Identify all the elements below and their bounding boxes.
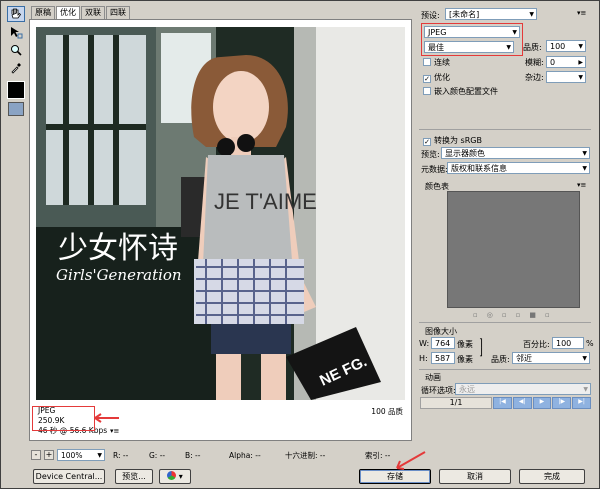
divider bbox=[419, 322, 591, 323]
preview-button[interactable]: 预览... bbox=[115, 469, 153, 484]
loop-select[interactable]: 永远 ▼ bbox=[455, 383, 591, 395]
progressive-checkbox[interactable]: 连续 bbox=[423, 57, 450, 68]
last-frame-icon[interactable]: ▶| bbox=[572, 397, 591, 409]
width-label: W: bbox=[419, 339, 430, 348]
height-label: H: bbox=[419, 354, 428, 363]
readout-g: G: -- bbox=[149, 450, 166, 460]
info-menu-icon[interactable]: ▾≡ bbox=[110, 426, 119, 436]
first-frame-icon[interactable]: |◀ bbox=[493, 397, 512, 409]
image-size-title: 图像大小 bbox=[425, 327, 457, 336]
browser-select-button[interactable]: ▾ bbox=[159, 469, 191, 484]
zoom-select[interactable]: 100% ▼ bbox=[57, 449, 105, 461]
preview-area: JE T'AIME NE FG. 少女怀诗 Girls'Generation J… bbox=[29, 19, 412, 441]
height-input[interactable]: 587 bbox=[431, 352, 455, 364]
height-unit: 像素 bbox=[457, 355, 473, 364]
width-input[interactable]: 764 bbox=[431, 337, 455, 349]
frame-counter: 1/1 bbox=[420, 397, 492, 409]
blur-input[interactable]: 0 ▶ bbox=[546, 56, 586, 68]
zoom-out-button[interactable]: - bbox=[31, 450, 41, 460]
settings-panel: 预设: [未命名] ▼ ▾≡ JPEG ▼ 最佳 ▼ 品质: 100 ▼ 连续 模糊: … bbox=[415, 5, 597, 445]
info-quality: 100 品质 bbox=[371, 407, 403, 416]
watermark-cn: 少女怀诗 bbox=[58, 231, 178, 266]
quality-input[interactable]: 100 ▼ bbox=[546, 40, 586, 52]
slice-select-icon[interactable] bbox=[7, 24, 25, 40]
convert-srgb-checkbox[interactable]: ✓ 转换为 sRGB bbox=[423, 135, 482, 146]
quality-label: 品质: bbox=[523, 43, 542, 52]
done-button[interactable]: 完成 bbox=[519, 469, 585, 484]
watermark-en: Girls'Generation bbox=[56, 266, 182, 284]
save-for-web-dialog: 原稿 优化 双联 四联 JE T'AIME NE FG. 少女怀诗 Girls'… bbox=[0, 0, 600, 489]
tab-2-up[interactable]: 双联 bbox=[81, 6, 105, 19]
metadata-select[interactable]: 版权和联系信息 ▼ bbox=[447, 162, 590, 174]
zoom-icon[interactable] bbox=[7, 42, 25, 58]
matte-select[interactable]: ▼ bbox=[546, 71, 586, 83]
readout-index: 索引: -- bbox=[365, 450, 391, 460]
readout-r: R: -- bbox=[113, 450, 129, 460]
annotation-arrow-save bbox=[396, 451, 426, 470]
embed-profile-checkbox[interactable]: 嵌入颜色配置文件 bbox=[423, 86, 498, 97]
photo-illustration: JE T'AIME NE FG. 少女怀诗 Girls'Generation bbox=[36, 27, 405, 400]
device-central-button[interactable]: Device Central... bbox=[33, 469, 105, 484]
next-frame-icon[interactable]: |▶ bbox=[552, 397, 572, 409]
cancel-button[interactable]: 取消 bbox=[439, 469, 511, 484]
tool-column bbox=[5, 5, 27, 116]
shirt-text: JE T'AIME bbox=[214, 189, 317, 214]
annotation-arrow-info bbox=[94, 413, 119, 423]
tab-optimized[interactable]: 优化 bbox=[56, 6, 80, 19]
resample-label: 品质: bbox=[491, 355, 510, 364]
zoom-in-button[interactable]: + bbox=[44, 450, 54, 460]
preset-select[interactable]: [未命名] ▼ bbox=[445, 8, 537, 20]
view-tabs: 原稿 优化 双联 四联 bbox=[31, 6, 131, 19]
percent-label: 百分比: bbox=[523, 340, 550, 349]
annotation-box-info bbox=[32, 406, 95, 431]
browser-icon bbox=[167, 471, 177, 480]
readout-hex: 十六进制: -- bbox=[285, 450, 326, 460]
divider bbox=[419, 369, 591, 370]
animation-controls: |◀ ◀| ▶ |▶ ▶| bbox=[493, 397, 591, 409]
eyedropper-color-swatch[interactable] bbox=[7, 81, 25, 99]
readout-b: B: -- bbox=[185, 450, 201, 460]
animation-title: 动画 bbox=[425, 373, 441, 382]
play-icon[interactable]: ▶ bbox=[532, 397, 552, 409]
preset-menu-icon[interactable]: ▾≡ bbox=[577, 9, 586, 17]
constrain-link-icon[interactable]: ⌉ ⌋ bbox=[479, 339, 483, 358]
tab-original[interactable]: 原稿 bbox=[31, 6, 55, 19]
toggle-slices-icon[interactable] bbox=[8, 102, 24, 116]
color-table-title: 颜色表 bbox=[425, 182, 449, 191]
color-table-menu-icon[interactable]: ▾≡ bbox=[577, 181, 586, 189]
divider bbox=[419, 129, 591, 130]
color-table[interactable] bbox=[447, 191, 580, 308]
preview-image[interactable]: JE T'AIME NE FG. 少女怀诗 Girls'Generation bbox=[36, 27, 405, 400]
color-table-tool-icons[interactable]: ▫◎▫▫■▫ bbox=[473, 311, 559, 319]
hand-icon[interactable] bbox=[7, 6, 25, 22]
prev-frame-icon[interactable]: ◀| bbox=[512, 397, 532, 409]
preset-label: 预设: bbox=[421, 11, 440, 20]
width-unit: 像素 bbox=[457, 340, 473, 349]
eyedropper-icon[interactable] bbox=[7, 60, 25, 76]
percent-input[interactable]: 100 bbox=[552, 337, 584, 349]
readout-alpha: Alpha: -- bbox=[229, 450, 261, 460]
resample-select[interactable]: 邻近 ▼ bbox=[512, 352, 590, 364]
matte-label: 杂边: bbox=[525, 73, 544, 82]
metadata-label: 元数据: bbox=[421, 165, 448, 174]
preview-select[interactable]: 显示器颜色 ▼ bbox=[441, 147, 590, 159]
blur-label: 模糊: bbox=[525, 58, 544, 67]
annotation-box-format bbox=[421, 23, 523, 56]
percent-unit: % bbox=[586, 339, 594, 348]
loop-label: 循环选项: bbox=[421, 386, 456, 395]
status-bar: - + 100% ▼ R: -- G: -- B: -- Alpha: -- 十六… bbox=[31, 449, 413, 461]
tab-4-up[interactable]: 四联 bbox=[106, 6, 130, 19]
optimized-checkbox[interactable]: ✓ 优化 bbox=[423, 72, 450, 83]
preview-label: 预览: bbox=[421, 150, 440, 159]
